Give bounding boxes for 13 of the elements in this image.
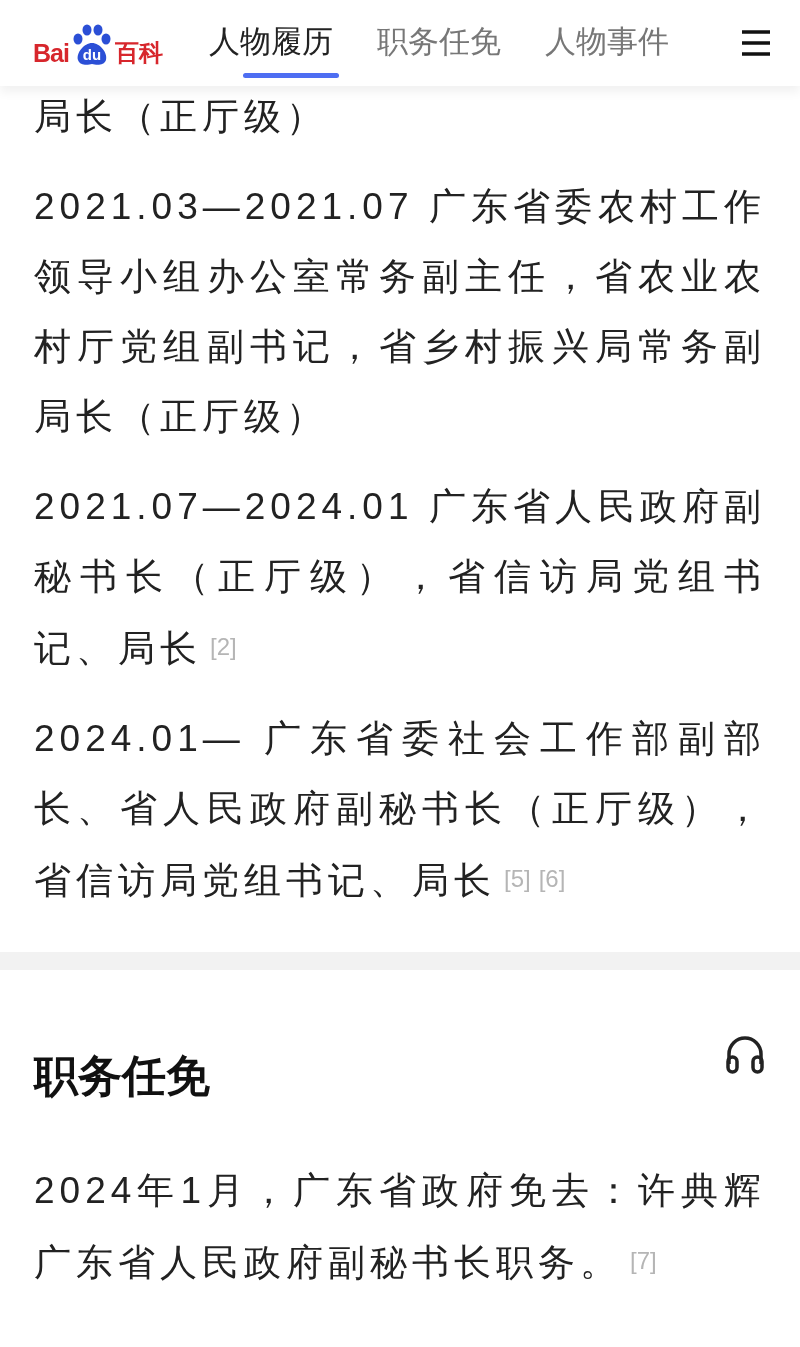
- nav-tab[interactable]: 人物履历: [208, 22, 333, 64]
- headphones-icon[interactable]: [724, 1034, 766, 1074]
- paragraph: 2021.07—2024.01 广东省人民政府副秘书长（正厅级），省信访局党组书记、局长 $^{[2]}$: [34, 485, 766, 671]
- nav-tab[interactable]: 人物事件: [544, 22, 669, 64]
- logo-text[interactable]: 百科: [114, 39, 163, 67]
- paragraph: 2024年1月，广东省政府免去：许典辉广东省人民政府副秘书长职务。 $^{[7]}$: [34, 1169, 766, 1285]
- paragraph: 2021.03—2021.07 广东省委农村工作领导小组办公室常务副主任，省农业农村厅党组副书记，省乡村振兴局常务副局长（正厅级）: [34, 185, 766, 439]
- menu-icon[interactable]: [740, 29, 772, 57]
- nav-tab[interactable]: 职务任免: [376, 22, 501, 64]
- paragraph: 局长（正厅级）: [34, 95, 329, 139]
- section-heading: 职务任免: [34, 1050, 210, 1102]
- logo-text[interactable]: Bai: [33, 39, 69, 67]
- paw-logo[interactable]: du: [69, 23, 114, 67]
